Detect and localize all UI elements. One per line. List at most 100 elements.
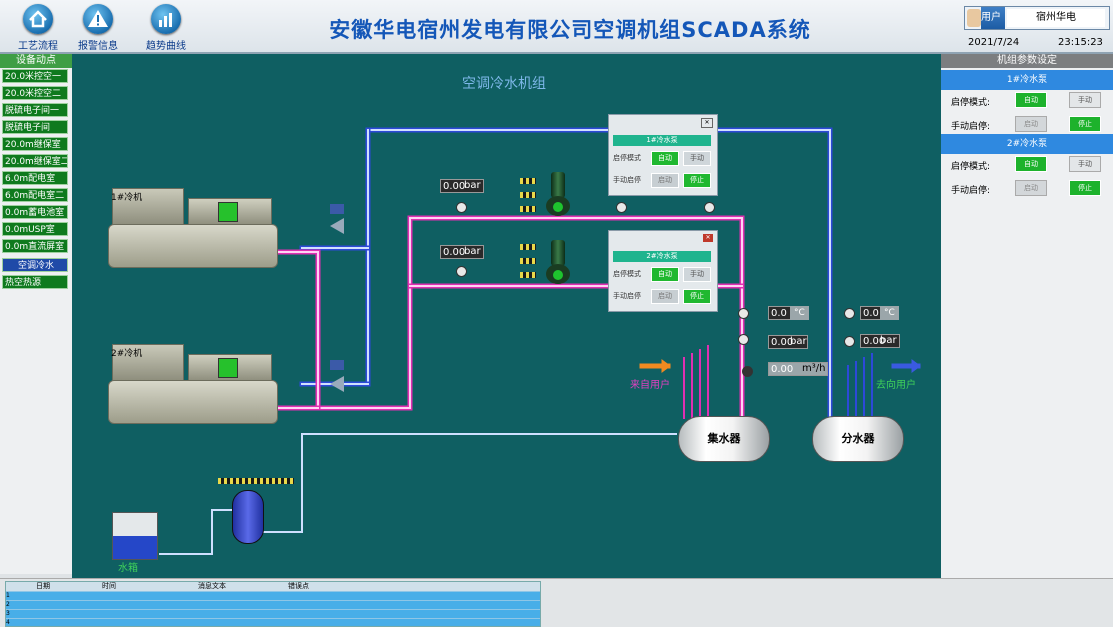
pump-2[interactable] xyxy=(546,240,570,286)
pump2-section-title: 2#冷水泵 xyxy=(941,134,1113,154)
pump2-auto-button[interactable]: 自动 xyxy=(1015,156,1047,172)
water-tank[interactable] xyxy=(112,512,158,560)
column-header-message: 消息文本 xyxy=(198,582,226,591)
mode-label: 启停模式: xyxy=(951,162,991,172)
device-item[interactable]: 0.0mUSP室 xyxy=(2,222,68,236)
device-item[interactable]: 20.0米控空一 xyxy=(2,69,68,83)
pump-status-indicator xyxy=(553,270,563,280)
pump2-manual-row: 手动启停: 启动 停止 xyxy=(941,178,1113,198)
manual-label: 手动启停: xyxy=(951,186,991,196)
auto-button[interactable]: 自动 xyxy=(651,151,679,166)
chiller-label: 1#冷机 xyxy=(111,193,143,203)
pump1-manual-button[interactable]: 手动 xyxy=(1069,92,1101,108)
start-button[interactable]: 启动 xyxy=(651,173,679,188)
device-item[interactable]: 20.0m继保室二 xyxy=(2,154,68,168)
canvas-title: 空调冷水机组 xyxy=(462,76,546,92)
pump2-manual-button[interactable]: 手动 xyxy=(1069,156,1101,172)
chiller-1[interactable]: 1#冷机 xyxy=(108,188,278,270)
auto-button[interactable]: 自动 xyxy=(651,267,679,282)
supply-temp-value: 0.0 xyxy=(768,306,792,320)
stop-button[interactable]: 停止 xyxy=(683,173,711,188)
nav-trend-curve[interactable]: 趋势曲线 xyxy=(136,4,196,52)
from-user-label: 来自用户 xyxy=(630,380,670,391)
device-item-active[interactable]: 空调冷水 xyxy=(2,258,68,272)
water-tank-label: 水箱 xyxy=(118,563,138,574)
chiller-status-screen xyxy=(218,202,238,222)
start-button[interactable]: 启动 xyxy=(651,289,679,304)
pressure-dial-icon xyxy=(704,202,715,213)
pump1-control-popup[interactable]: ✕ 1#冷水泵 启停模式 自动 手动 手动启停 启动 停止 xyxy=(608,114,718,196)
device-item[interactable]: 0.0m蓄电池室 xyxy=(2,205,68,219)
device-item[interactable]: 0.0m直流屏室 xyxy=(2,239,68,253)
popup-manual-label: 手动启停 xyxy=(613,176,641,184)
chiller-body xyxy=(108,224,278,268)
valve-icon xyxy=(330,204,344,392)
pressure-dial-icon xyxy=(456,202,467,213)
home-icon xyxy=(23,4,53,34)
chiller-status-screen xyxy=(218,358,238,378)
user-box[interactable]: 用户 宿州华电 xyxy=(964,6,1110,30)
table-row[interactable]: 1 xyxy=(6,591,540,600)
popup-mode-row: 启停模式 自动 手动 xyxy=(613,150,711,166)
return-temp-value: 0.0 xyxy=(860,306,882,320)
pump1-manual-row: 手动启停: 启动 停止 xyxy=(941,114,1113,134)
left-device-panel: 设备动点 20.0米控空一 20.0米控空二 脱硫电子间一 脱硫电子间 20.0… xyxy=(0,54,72,574)
manual-button[interactable]: 手动 xyxy=(683,151,711,166)
chiller-body xyxy=(108,380,278,424)
pump-1[interactable] xyxy=(546,172,570,218)
popup-mode-label: 启停模式 xyxy=(613,154,641,162)
popup-title: 1#冷水泵 xyxy=(613,135,711,146)
device-item[interactable]: 热空热源 xyxy=(2,275,68,289)
nav-process-flow[interactable]: 工艺流程 xyxy=(8,4,68,52)
nav-label: 趋势曲线 xyxy=(146,41,186,52)
popup-title: 2#冷水泵 xyxy=(613,251,711,262)
unit-label: bar xyxy=(880,335,897,346)
right-settings-panel: 机组参数设定 1#冷水泵 启停模式: 自动 手动 手动启停: 启动 停止 2#冷… xyxy=(941,54,1113,578)
stop-button[interactable]: 停止 xyxy=(683,289,711,304)
unit-label: m³/h xyxy=(802,363,826,374)
pipe-network xyxy=(159,127,921,555)
close-icon[interactable]: ✕ xyxy=(701,118,713,128)
device-item[interactable]: 20.0米控空二 xyxy=(2,86,68,100)
page-title: 安徽华电宿州发电有限公司空调机组SCADA系统 xyxy=(329,18,811,42)
pump1-stop-button[interactable]: 停止 xyxy=(1069,116,1101,132)
device-item[interactable]: 6.0m配电室二 xyxy=(2,188,68,202)
device-item[interactable]: 6.0m配电室 xyxy=(2,171,68,185)
pump1-auto-button[interactable]: 自动 xyxy=(1015,92,1047,108)
device-item[interactable]: 20.0m继保室 xyxy=(2,137,68,151)
popup-manual-label: 手动启停 xyxy=(613,292,641,300)
alarm-table[interactable]: 日期 时间 消息文本 错误点 1 2 3 4 xyxy=(5,581,541,627)
popup-manual-row: 手动启停 启动 停止 xyxy=(613,172,711,188)
close-icon[interactable]: ✕ xyxy=(703,234,713,242)
indicator-stripes xyxy=(520,206,536,212)
indicator-stripes xyxy=(520,244,536,250)
unit-label: bar xyxy=(790,336,807,347)
pressure-dial-icon xyxy=(616,202,627,213)
pump2-control-popup[interactable]: ✕ 2#冷水泵 启停模式 自动 手动 手动启停 启动 停止 xyxy=(608,230,718,312)
device-item[interactable]: 脱硫电子间一 xyxy=(2,103,68,117)
nav-label: 工艺流程 xyxy=(18,41,58,52)
chiller-2[interactable]: 2#冷机 xyxy=(108,344,278,426)
flow-meter-icon xyxy=(742,366,753,377)
pump2-stop-button[interactable]: 停止 xyxy=(1069,180,1101,196)
table-row[interactable]: 2 xyxy=(6,600,540,609)
pump2-start-button[interactable]: 启动 xyxy=(1015,180,1047,196)
collector-tank[interactable]: 集水器 xyxy=(678,416,770,462)
expansion-tank[interactable] xyxy=(232,490,264,544)
pump1-start-button[interactable]: 启动 xyxy=(1015,116,1047,132)
table-row[interactable]: 3 xyxy=(6,609,540,618)
nav-alarm-info[interactable]: 报警信息 xyxy=(68,4,128,52)
right-panel-title: 机组参数设定 xyxy=(941,54,1113,68)
time-display: 23:15:23 xyxy=(1058,37,1103,48)
pump-status-indicator xyxy=(553,202,563,212)
column-header-error-point: 错误点 xyxy=(288,582,309,591)
unit-label: °C xyxy=(880,306,899,320)
chart-icon xyxy=(151,4,181,34)
distributor-tank[interactable]: 分水器 xyxy=(812,416,904,462)
popup-mode-row: 启停模式 自动 手动 xyxy=(613,266,711,282)
to-user-label: 去向用户 xyxy=(876,380,916,391)
device-item[interactable]: 脱硫电子间 xyxy=(2,120,68,134)
user-label: 用户 xyxy=(981,7,1005,29)
manual-button[interactable]: 手动 xyxy=(683,267,711,282)
warning-icon xyxy=(83,4,113,34)
